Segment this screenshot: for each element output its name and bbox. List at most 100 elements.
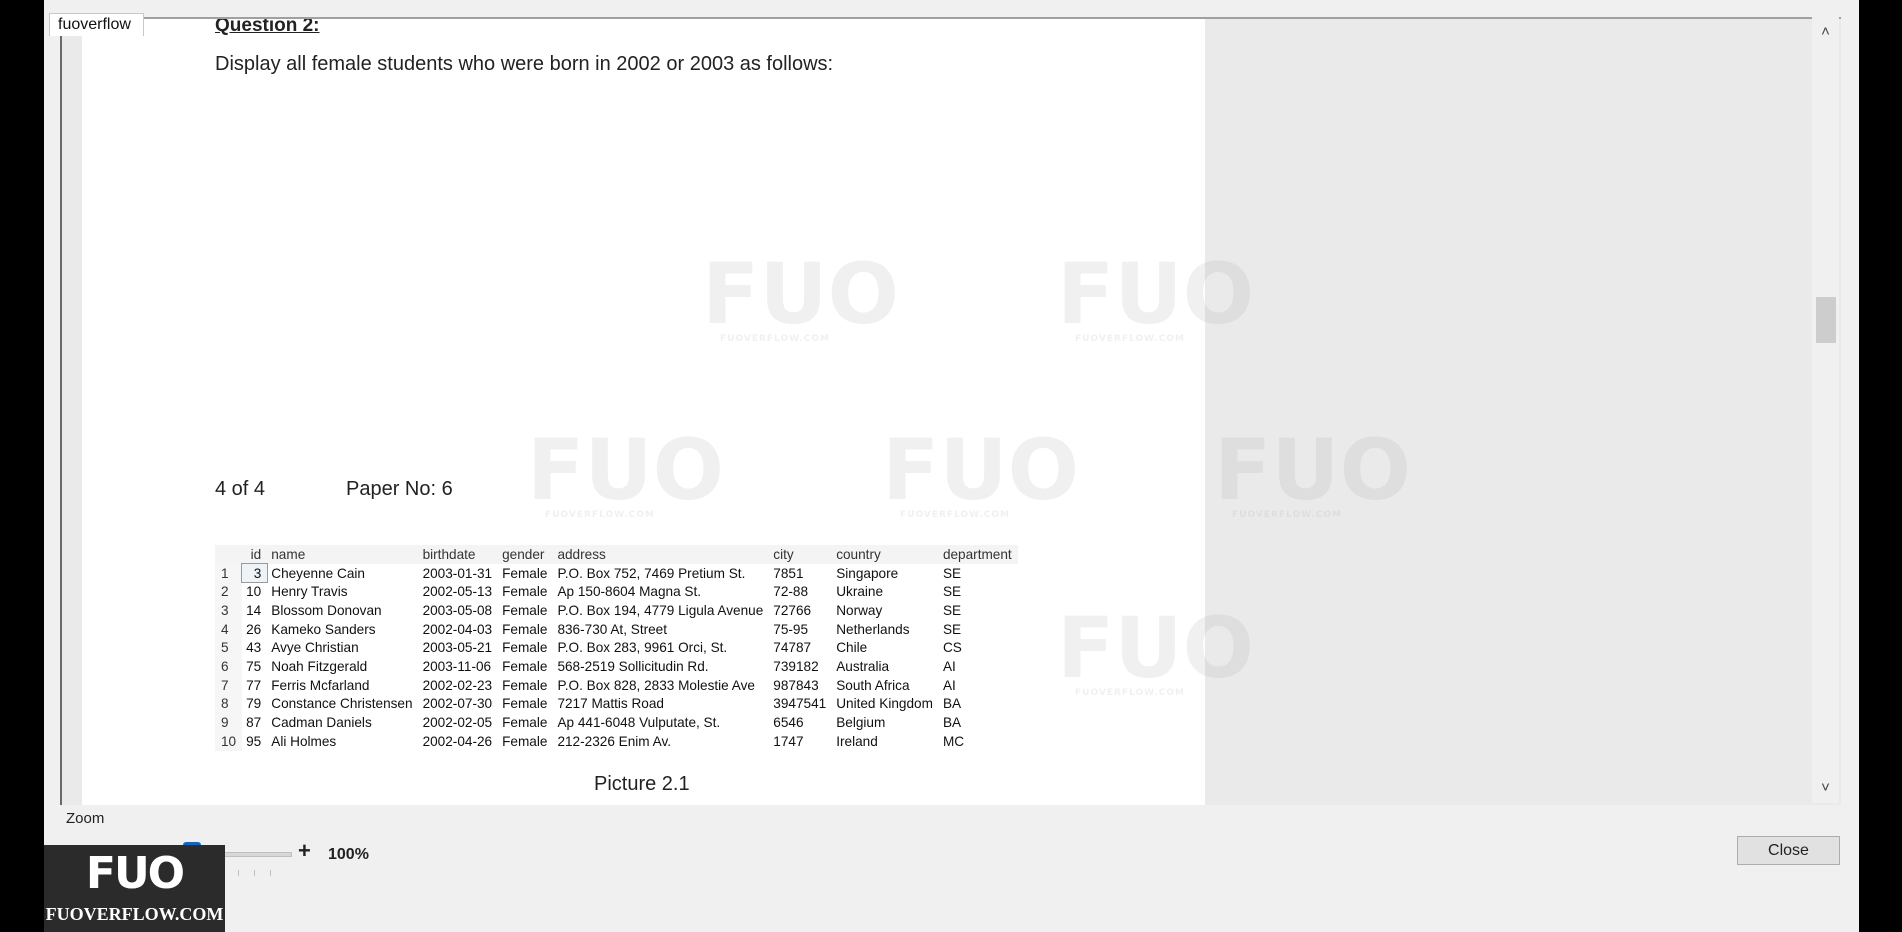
- table-cell: 2002-07-30: [422, 696, 493, 712]
- column-header: name: [267, 545, 419, 564]
- table-cell: Female: [502, 658, 548, 674]
- page-number: 4 of 4: [215, 478, 266, 500]
- brand-mark: FUO: [85, 848, 185, 899]
- table-cell: 95: [246, 733, 262, 749]
- table-cell: AI: [942, 677, 956, 693]
- table-cell: 10: [246, 584, 262, 600]
- table-cell: Blossom Donovan: [271, 602, 382, 618]
- table-cell: Female: [502, 733, 548, 749]
- table-cell: Female: [502, 696, 548, 712]
- table-header-row: id name birthdate gender address city country d…: [215, 545, 1018, 564]
- watermark: FUO FUOVERFLOW.COM: [1057, 245, 1254, 344]
- row-number: 8: [215, 694, 243, 714]
- table-cell: P.O. Box 283, 9961 Orci, St.: [557, 640, 728, 656]
- table-cell: 2002-02-23: [422, 677, 493, 693]
- column-header: gender: [498, 545, 554, 564]
- table-cell: 26: [246, 621, 262, 637]
- table-cell: 79: [246, 696, 262, 712]
- table-cell: 75-95: [773, 621, 809, 637]
- vertical-scrollbar[interactable]: ˄ ˅: [1812, 17, 1839, 803]
- table-cell: Ireland: [836, 733, 878, 749]
- row-number: 2: [215, 582, 243, 602]
- table-cell: BA: [942, 715, 962, 731]
- table-cell: P.O. Box 752, 7469 Pretium St.: [557, 565, 746, 581]
- scroll-down-icon[interactable]: ˅: [1812, 775, 1839, 801]
- row-number: 3: [215, 601, 243, 620]
- table-row: 9 87 Cadman Daniels 2002-02-05 Female Ap 441-…: [215, 713, 1018, 732]
- close-button[interactable]: Close: [1737, 836, 1840, 865]
- row-number: 5: [215, 638, 243, 658]
- table-cell: Kameko Sanders: [271, 621, 376, 637]
- table-cell: Ap 441-6048 Vulputate, St.: [557, 715, 721, 731]
- document-tab[interactable]: fuoverflow: [49, 13, 144, 36]
- table-cell: 2002-02-05: [422, 715, 493, 731]
- table-row: 5 43 Avye Christian 2003-05-21 Female P.O. Bo…: [215, 638, 1018, 658]
- table-cell: 7851: [773, 565, 804, 581]
- table-cell: 87: [246, 715, 262, 731]
- table-cell: 2002-04-03: [422, 621, 493, 637]
- column-header: [215, 545, 243, 564]
- table-cell: Noah Fitzgerald: [271, 658, 368, 674]
- table-cell: Singapore: [836, 565, 899, 581]
- scroll-up-icon[interactable]: ˄: [1812, 19, 1839, 45]
- table-cell: Female: [502, 640, 548, 656]
- table-cell: 2003-05-08: [422, 602, 493, 618]
- table-cell: South Africa: [836, 677, 910, 693]
- table-row: 1 3 Cheyenne Cain 2003-01-31 Female P.O. Box …: [215, 562, 1018, 584]
- column-header: department: [938, 545, 1018, 564]
- table-row: 7 77 Ferris Mcfarland 2002-02-23 Female P.O. …: [215, 675, 1018, 695]
- table-cell: Ferris Mcfarland: [271, 677, 370, 693]
- table-cell: AI: [942, 658, 956, 674]
- table-row: 4 26 Kameko Sanders 2002-04-03 Female 836-730…: [215, 619, 1018, 639]
- scroll-thumb[interactable]: [1816, 297, 1836, 343]
- table-cell: Chile: [836, 640, 868, 656]
- document-viewport[interactable]: Question 2: Display all female students …: [60, 17, 1841, 805]
- question-text: Display all female students who were bor…: [215, 53, 834, 75]
- table-cell: 987843: [773, 677, 819, 693]
- table-cell: 3: [241, 562, 269, 584]
- zoom-label: Zoom: [66, 810, 105, 827]
- watermark: FUO FUOVERFLOW.COM: [1214, 421, 1411, 520]
- table-cell: 2002-04-26: [422, 733, 493, 749]
- document-page: Question 2: Display all female students …: [82, 17, 1254, 805]
- table-cell: Henry Travis: [271, 584, 348, 600]
- table-cell: Norway: [836, 602, 883, 618]
- table-cell: 43: [246, 640, 262, 656]
- table-cell: SE: [942, 602, 962, 618]
- brand-logo: FUO FUOVERFLOW.COM: [44, 845, 225, 932]
- table-cell: 3947541: [773, 696, 827, 712]
- table-cell: United Kingdom: [836, 696, 933, 712]
- question-title: Question 2:: [215, 17, 320, 36]
- table-cell: Female: [502, 602, 548, 618]
- table-cell: Female: [502, 677, 548, 693]
- column-header: country: [832, 545, 939, 564]
- table-cell: Female: [502, 584, 548, 600]
- row-number: 9: [215, 713, 243, 732]
- row-number: 4: [215, 619, 243, 639]
- table-cell: 74787: [773, 640, 812, 656]
- column-header: city: [769, 545, 833, 564]
- table-cell: Ukraine: [836, 584, 884, 600]
- table-cell: 2003-05-21: [422, 640, 493, 656]
- zoom-in-button[interactable]: +: [298, 838, 311, 864]
- table-cell: Avye Christian: [271, 640, 359, 656]
- table-cell: 14: [246, 602, 262, 618]
- table-cell: Constance Christensen: [271, 696, 413, 712]
- result-table: id name birthdate gender address city country d…: [215, 545, 1018, 751]
- table-cell: SE: [942, 565, 962, 581]
- row-number: 1: [215, 563, 243, 583]
- table-cell: Belgium: [836, 715, 886, 731]
- table-cell: 212-2326 Enim Av.: [557, 733, 672, 749]
- table-cell: 1747: [773, 733, 804, 749]
- column-header: id: [242, 545, 268, 564]
- table-row: 8 79 Constance Christensen 2002-07-30 Female…: [215, 694, 1018, 714]
- table-cell: BA: [942, 696, 962, 712]
- table-cell: 2003-11-06: [422, 658, 492, 674]
- table-cell: Female: [502, 715, 548, 731]
- table-cell: 568-2519 Sollicitudin Rd.: [557, 658, 709, 674]
- table-cell: 75: [246, 658, 262, 674]
- table-cell: Ap 150-8604 Magna St.: [557, 584, 702, 600]
- table-row: 10 95 Ali Holmes 2002-04-26 Female 212-2326 E…: [215, 731, 1018, 751]
- column-header: birthdate: [418, 545, 499, 564]
- table-cell: 2002-05-13: [422, 584, 493, 600]
